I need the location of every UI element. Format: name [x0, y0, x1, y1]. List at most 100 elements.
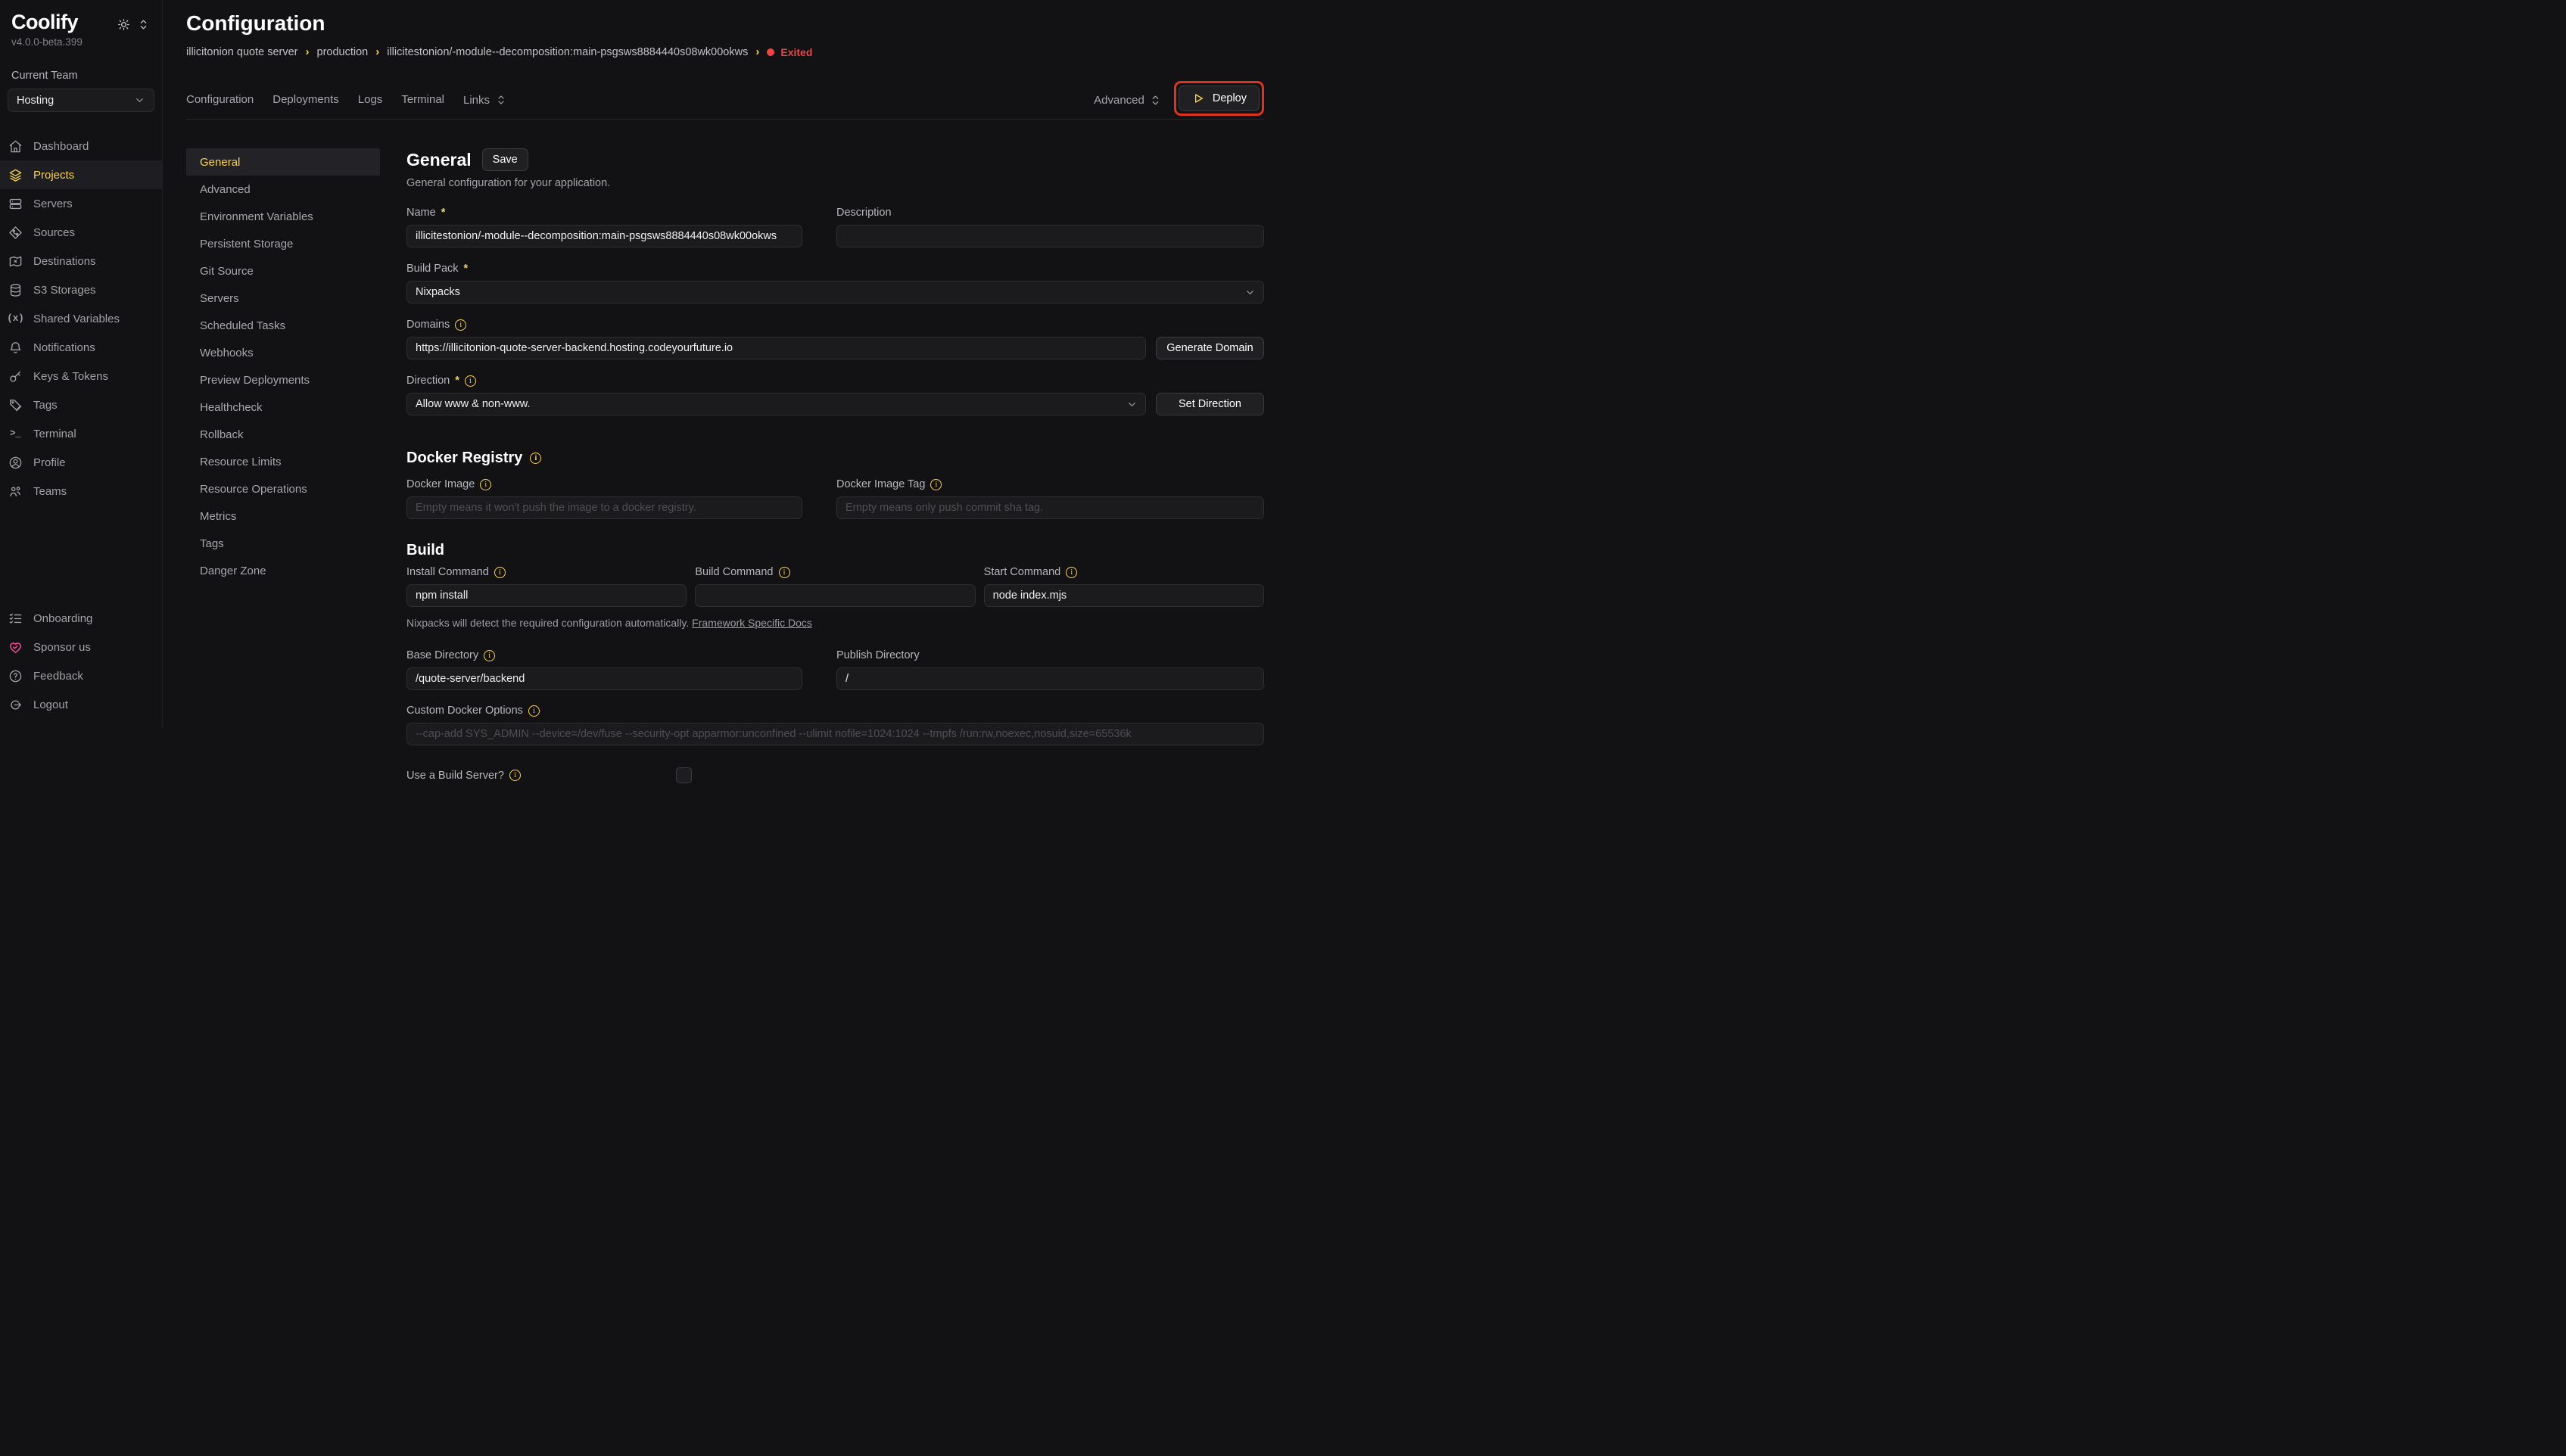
sidebar-item-logout[interactable]: Logout	[0, 690, 162, 719]
tab-deployments[interactable]: Deployments	[272, 93, 339, 107]
subnav-item-general[interactable]: General	[186, 148, 380, 176]
subnav-item-healthcheck[interactable]: Healthcheck	[186, 394, 380, 421]
sidebar-item-label: Destinations	[33, 255, 96, 268]
general-form: General Save General configuration for y…	[406, 148, 1264, 783]
tab-terminal[interactable]: Terminal	[401, 93, 444, 107]
subnav-item-scheduled-tasks[interactable]: Scheduled Tasks	[186, 312, 380, 339]
set-direction-button[interactable]: Set Direction	[1156, 393, 1264, 415]
subnav-item-resource-limits[interactable]: Resource Limits	[186, 448, 380, 475]
publish-directory-input[interactable]	[836, 667, 1264, 690]
build-command-input[interactable]	[695, 584, 975, 607]
sidebar-item-onboarding[interactable]: Onboarding	[0, 604, 162, 633]
sidebar-item-profile[interactable]: Profile	[0, 448, 162, 477]
start-command-label: Start Command	[984, 565, 1264, 579]
sidebar-item-destinations[interactable]: Destinations	[0, 247, 162, 275]
theme-sun-icon[interactable]	[117, 17, 131, 32]
sidebar-item-label: Tags	[33, 399, 58, 412]
name-label: Name	[406, 206, 802, 219]
subnav-item-metrics[interactable]: Metrics	[186, 502, 380, 530]
breadcrumb-separator-icon	[375, 45, 379, 58]
direction-label: Direction	[406, 374, 1146, 387]
advanced-dropdown[interactable]: Advanced	[1094, 93, 1163, 107]
sidebar-item-feedback[interactable]: Feedback	[0, 661, 162, 690]
status-badge: Exited	[767, 46, 812, 58]
build-pack-select[interactable]: Nixpacks	[406, 281, 1264, 303]
sidebar-item-s3-storages[interactable]: S3 Storages	[0, 275, 162, 304]
sidebar-item-keys-tokens[interactable]: Keys & Tokens	[0, 362, 162, 390]
build-pack-label: Build Pack	[406, 262, 1264, 275]
required-asterisk	[464, 263, 469, 275]
breadcrumb-project[interactable]: illicitonion quote server	[186, 46, 298, 58]
key-icon	[8, 369, 23, 384]
main-area: Configuration illicitonion quote server …	[163, 0, 1283, 728]
base-directory-input[interactable]	[406, 667, 802, 690]
required-asterisk	[441, 207, 446, 219]
sidebar-item-label: Sources	[33, 226, 75, 239]
theme-updown-icon[interactable]	[136, 17, 151, 32]
info-icon	[455, 319, 466, 331]
subnav-item-webhooks[interactable]: Webhooks	[186, 339, 380, 366]
generate-domain-button[interactable]: Generate Domain	[1156, 337, 1264, 359]
subnav-item-persistent-storage[interactable]: Persistent Storage	[186, 230, 380, 257]
tab-links-dropdown[interactable]: Links	[463, 93, 508, 107]
sidebar-item-projects[interactable]: Projects	[0, 160, 162, 189]
base-directory-label: Base Directory	[406, 649, 802, 662]
sidebar-item-tags[interactable]: Tags	[0, 390, 162, 419]
subnav-item-danger-zone[interactable]: Danger Zone	[186, 557, 380, 584]
docker-registry-heading: Docker Registry	[406, 450, 1264, 467]
info-icon	[1066, 567, 1077, 578]
section-heading: General	[406, 150, 472, 170]
advanced-label: Advanced	[1094, 94, 1144, 107]
direction-select[interactable]: Allow www & non-www.	[406, 393, 1146, 415]
sidebar-item-notifications[interactable]: Notifications	[0, 333, 162, 362]
name-input[interactable]	[406, 225, 802, 247]
description-label: Description	[836, 206, 1264, 219]
domains-input[interactable]	[406, 337, 1146, 359]
start-command-input[interactable]	[984, 584, 1264, 607]
subnav-item-rollback[interactable]: Rollback	[186, 421, 380, 448]
sidebar-item-shared-variables[interactable]: (x)Shared Variables	[0, 304, 162, 333]
build-pack-value: Nixpacks	[416, 286, 460, 298]
subnav-item-servers[interactable]: Servers	[186, 285, 380, 312]
docker-image-input[interactable]	[406, 496, 802, 519]
sidebar-item-terminal[interactable]: >_Terminal	[0, 419, 162, 448]
domains-label: Domains	[406, 318, 1146, 331]
subnav-item-git-source[interactable]: Git Source	[186, 257, 380, 285]
team-select[interactable]: Hosting	[8, 89, 154, 112]
tabs: Configuration Deployments Logs Terminal Link…	[186, 93, 508, 107]
save-button[interactable]: Save	[482, 148, 528, 171]
description-input[interactable]	[836, 225, 1264, 247]
install-command-input[interactable]	[406, 584, 687, 607]
build-server-checkbox[interactable]	[676, 767, 692, 783]
breadcrumb-environment[interactable]: production	[317, 46, 369, 58]
info-icon	[484, 650, 495, 661]
app-logo: Coolify	[11, 11, 78, 34]
sidebar-item-servers[interactable]: Servers	[0, 189, 162, 218]
subnav-item-environment-variables[interactable]: Environment Variables	[186, 203, 380, 230]
section-subtitle: General configuration for your applicati…	[406, 177, 1264, 189]
sidebar-item-sponsor-us[interactable]: Sponsor us	[0, 633, 162, 661]
subnav-item-advanced[interactable]: Advanced	[186, 176, 380, 203]
play-icon	[1191, 92, 1206, 106]
custom-docker-options-input[interactable]	[406, 723, 1264, 745]
sidebar-item-dashboard[interactable]: Dashboard	[0, 132, 162, 160]
tab-configuration[interactable]: Configuration	[186, 93, 254, 107]
nixpacks-note: Nixpacks will detect the required config…	[406, 617, 1264, 629]
checklist-icon	[8, 611, 23, 626]
subnav-item-resource-operations[interactable]: Resource Operations	[186, 475, 380, 502]
sidebar-item-teams[interactable]: Teams	[0, 477, 162, 506]
tab-logs[interactable]: Logs	[358, 93, 383, 107]
deploy-button[interactable]: Deploy	[1179, 86, 1260, 111]
subnav-item-preview-deployments[interactable]: Preview Deployments	[186, 366, 380, 394]
sidebar-item-label: Sponsor us	[33, 641, 91, 654]
breadcrumb-application[interactable]: illicitestonion/-module--decomposition:m…	[387, 46, 748, 58]
framework-docs-link[interactable]: Framework Specific Docs	[692, 617, 812, 629]
breadcrumb-separator-icon	[306, 45, 310, 58]
sidebar-nav: DashboardProjectsServersSourcesDestinati…	[8, 132, 154, 506]
updown-chevrons-icon	[494, 93, 508, 107]
sidebar-item-sources[interactable]: Sources	[0, 218, 162, 247]
subnav-item-tags[interactable]: Tags	[186, 530, 380, 557]
database-icon	[8, 283, 23, 297]
info-icon	[528, 705, 540, 717]
docker-image-tag-input[interactable]	[836, 496, 1264, 519]
